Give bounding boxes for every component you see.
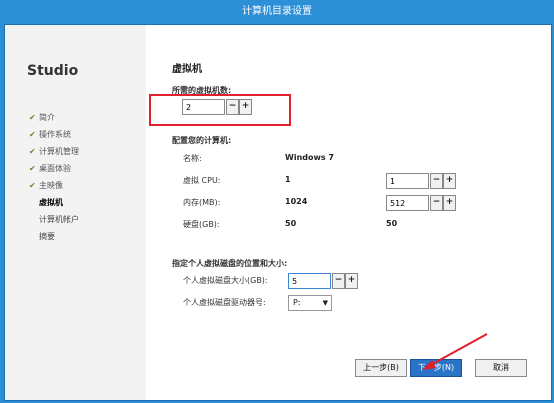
name-label: 名称: (183, 154, 202, 163)
vm-count-label: 所需的虚拟机数: (172, 86, 232, 95)
step-label: 计算机管理 (39, 147, 79, 156)
step-label: 摘要 (39, 232, 55, 241)
step-computer-accounts[interactable]: 计算机帐户 (29, 211, 79, 228)
step-label: 虚拟机 (39, 198, 63, 207)
cpu-input[interactable] (386, 173, 429, 189)
annotation-arrow-icon (422, 333, 488, 370)
personal-disk-size-input[interactable] (288, 273, 331, 289)
drive-letter-value: P: (293, 298, 301, 307)
step-label: 操作系统 (39, 130, 71, 139)
step-virtual-machines[interactable]: 虚拟机 (29, 194, 79, 211)
memory-input[interactable] (386, 195, 429, 211)
checkmark-icon: ✔ (29, 164, 36, 173)
cpu-default-value: 1 (285, 175, 291, 184)
main-content: 虚拟机 所需的虚拟机数: − + 配置您的计算机: 名称: Windows 7 … (146, 25, 551, 400)
personal-disk-size-decrement-button[interactable]: − (332, 273, 345, 289)
step-label: 计算机帐户 (39, 215, 79, 224)
checkmark-icon: ✔ (29, 130, 36, 139)
page-title: 虚拟机 (172, 64, 202, 75)
personal-disk-title: 指定个人虚拟磁盘的位置和大小: (172, 259, 288, 268)
step-machine-management[interactable]: ✔ 计算机管理 (29, 143, 79, 160)
chevron-down-icon: ▼ (322, 299, 328, 307)
vm-count-input[interactable] (182, 99, 225, 115)
window-title: 计算机目录设置 (242, 6, 312, 17)
vm-count-increment-button[interactable]: + (239, 99, 252, 115)
personal-disk-size-increment-button[interactable]: + (345, 273, 358, 289)
memory-decrement-button[interactable]: − (430, 195, 443, 211)
memory-increment-button[interactable]: + (443, 195, 456, 211)
checkmark-icon: ✔ (29, 181, 36, 190)
drive-letter-select[interactable]: P: ▼ (288, 295, 332, 311)
memory-label: 内存(MB): (183, 198, 221, 207)
personal-disk-drive-label: 个人虚拟磁盘驱动器号: (183, 298, 266, 307)
disk-default-value: 50 (285, 219, 297, 228)
back-button[interactable]: 上一步(B) (355, 359, 407, 377)
dialog-frame: Studio ✔ 简介 ✔ 操作系统 ✔ 计算机管理 ✔ 桌面体验 ✔ 主映像 虚拟机 计… (4, 24, 552, 401)
step-label: 主映像 (39, 181, 63, 190)
checkmark-icon: ✔ (29, 113, 36, 122)
name-value: Windows 7 (285, 153, 334, 162)
cpu-label: 虚拟 CPU: (183, 176, 221, 185)
step-os[interactable]: ✔ 操作系统 (29, 126, 79, 143)
cpu-increment-button[interactable]: + (443, 173, 456, 189)
step-master-image[interactable]: ✔ 主映像 (29, 177, 79, 194)
brand-title: Studio (27, 63, 79, 79)
config-title: 配置您的计算机: (172, 136, 232, 145)
step-summary[interactable]: 摘要 (29, 228, 79, 245)
sidebar: Studio ✔ 简介 ✔ 操作系统 ✔ 计算机管理 ✔ 桌面体验 ✔ 主映像 虚拟机 计… (5, 25, 146, 400)
wizard-steps: ✔ 简介 ✔ 操作系统 ✔ 计算机管理 ✔ 桌面体验 ✔ 主映像 虚拟机 计算机帐户 摘要 (29, 109, 79, 245)
step-intro[interactable]: ✔ 简介 (29, 109, 79, 126)
step-label: 桌面体验 (39, 164, 71, 173)
checkmark-icon: ✔ (29, 147, 36, 156)
memory-default-value: 1024 (285, 197, 308, 206)
disk-label: 硬盘(GB): (183, 220, 220, 229)
step-desktop-experience[interactable]: ✔ 桌面体验 (29, 160, 79, 177)
next-button[interactable]: 下一步(N) (410, 359, 462, 377)
step-label: 简介 (39, 113, 55, 122)
disk-value: 50 (386, 219, 398, 228)
personal-disk-size-label: 个人虚拟磁盘大小(GB): (183, 276, 268, 285)
window-titlebar: 计算机目录设置 (0, 0, 554, 24)
vm-count-decrement-button[interactable]: − (226, 99, 239, 115)
cancel-button[interactable]: 取消 (475, 359, 527, 377)
cpu-decrement-button[interactable]: − (430, 173, 443, 189)
